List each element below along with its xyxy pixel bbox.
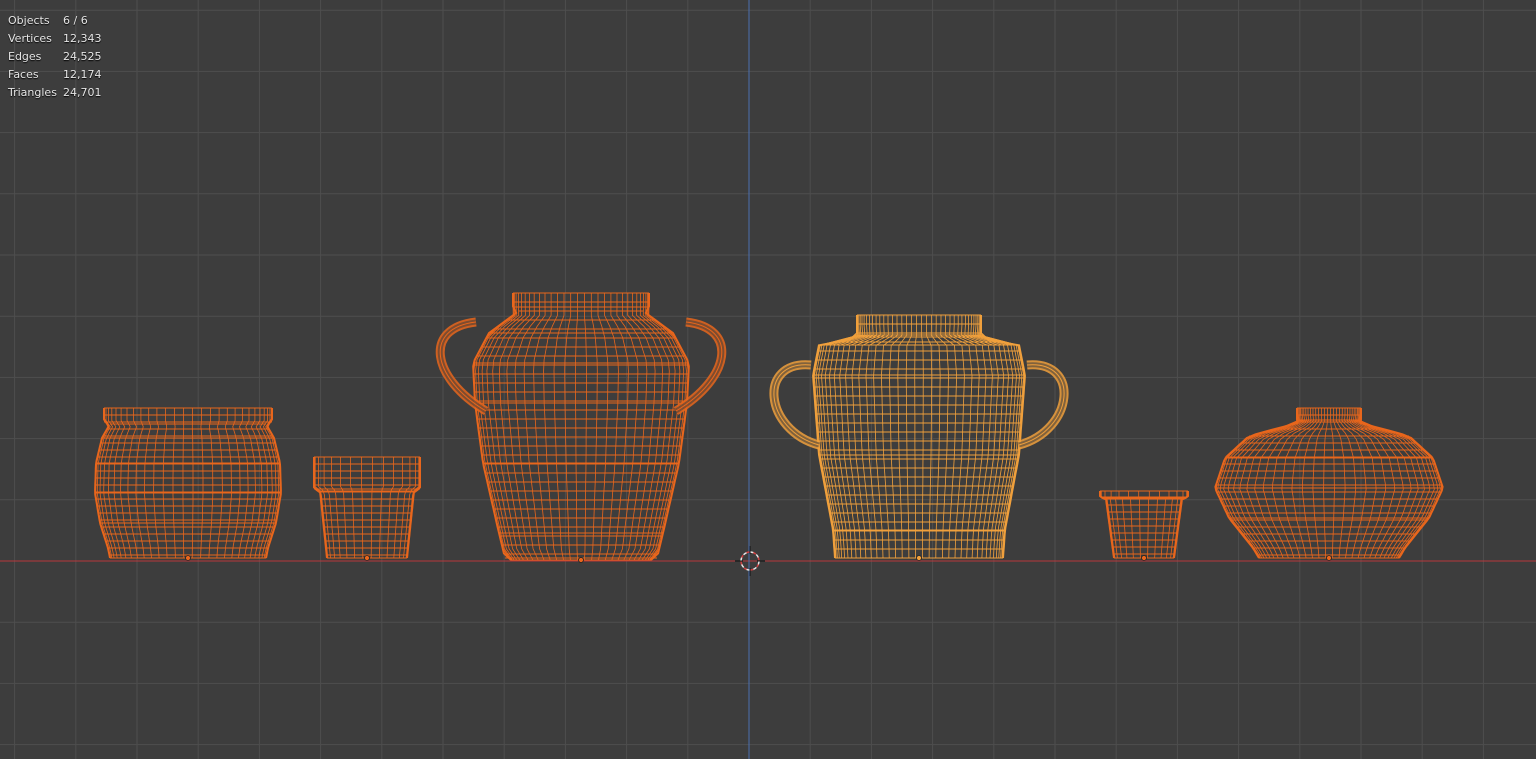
mesh-edge — [153, 408, 160, 559]
stat-label: Vertices — [8, 32, 52, 45]
object-origin-icon[interactable] — [916, 555, 922, 561]
mesh-edge — [361, 457, 364, 558]
stat-row-objects: Objects 6 / 6 — [8, 12, 102, 30]
mesh-edge — [182, 408, 185, 559]
viewport-scene[interactable] — [0, 0, 1536, 759]
object-origin-icon[interactable] — [1141, 555, 1147, 561]
3d-viewport[interactable]: Objects 6 / 6 Vertices 12,343 Edges 24,5… — [0, 0, 1536, 759]
viewport-axes — [0, 0, 1536, 759]
mesh-edge — [224, 408, 232, 559]
stat-value: 12,343 — [63, 32, 102, 45]
scene-statistics-overlay: Objects 6 / 6 Vertices 12,343 Edges 24,5… — [8, 12, 102, 102]
mesh-object-amphora-two-handles[interactable] — [435, 292, 727, 563]
object-origin-icon[interactable] — [1326, 555, 1332, 561]
mesh-edge — [1219, 408, 1300, 559]
mesh-object-vase-round-squat[interactable] — [1214, 407, 1444, 561]
mesh-edge — [191, 408, 194, 559]
stat-label: Faces — [8, 68, 39, 81]
stat-row-vertices: Vertices 12,343 — [8, 30, 102, 48]
mesh-edge — [200, 408, 204, 559]
mesh-edge — [1154, 491, 1160, 559]
mesh-silhouette — [406, 457, 421, 559]
object-origin-icon[interactable] — [364, 555, 370, 561]
stat-value: 24,701 — [63, 86, 102, 99]
mesh-edge — [331, 457, 341, 559]
mesh-edge — [1128, 491, 1134, 559]
mesh-edge — [1323, 408, 1328, 559]
mesh-edge — [162, 408, 168, 559]
mesh-silhouette — [1099, 491, 1115, 559]
mesh-edge — [208, 408, 214, 559]
stat-value: 12,174 — [63, 68, 102, 81]
mesh-edge — [1357, 408, 1435, 559]
mesh-edge — [172, 408, 176, 559]
mesh-edge — [244, 408, 256, 559]
mesh-edge — [1335, 408, 1357, 559]
stat-label: Objects — [8, 14, 50, 27]
mesh-edge — [231, 408, 241, 559]
mesh-edge — [350, 457, 355, 559]
mesh-object-vase-wide-bowl[interactable] — [94, 407, 282, 561]
mesh-edge — [386, 457, 394, 559]
scene-objects[interactable] — [94, 292, 1444, 563]
mesh-edge — [1358, 408, 1439, 559]
mesh-edge — [1301, 408, 1323, 559]
mesh-edge — [216, 408, 223, 559]
stat-label: Triangles — [8, 86, 57, 99]
mesh-edge — [1223, 408, 1301, 559]
stat-row-triangles: Triangles 24,701 — [8, 84, 102, 102]
mesh-object-jar-with-handles[interactable] — [769, 314, 1069, 561]
stat-value: 6 / 6 — [63, 14, 88, 27]
mesh-edge — [1330, 408, 1335, 559]
mesh-edge — [393, 457, 403, 559]
mesh-edge — [1147, 491, 1150, 559]
mesh-edge — [370, 457, 373, 558]
mesh-silhouette — [1173, 491, 1189, 559]
stat-value: 24,525 — [63, 50, 102, 63]
mesh-object-bowl-tiny[interactable] — [1099, 490, 1189, 561]
object-origin-icon[interactable] — [578, 557, 584, 563]
mesh-object-flower-pot-small[interactable] — [313, 456, 421, 561]
stat-row-faces: Faces 12,174 — [8, 66, 102, 84]
stat-label: Edges — [8, 50, 42, 63]
stat-row-edges: Edges 24,525 — [8, 48, 102, 66]
mesh-edge — [144, 408, 152, 559]
mesh-edge — [120, 408, 132, 559]
mesh-edge — [340, 457, 348, 559]
viewport-grid — [0, 0, 1536, 759]
object-origin-icon[interactable] — [185, 555, 191, 561]
mesh-edge — [1138, 491, 1141, 559]
